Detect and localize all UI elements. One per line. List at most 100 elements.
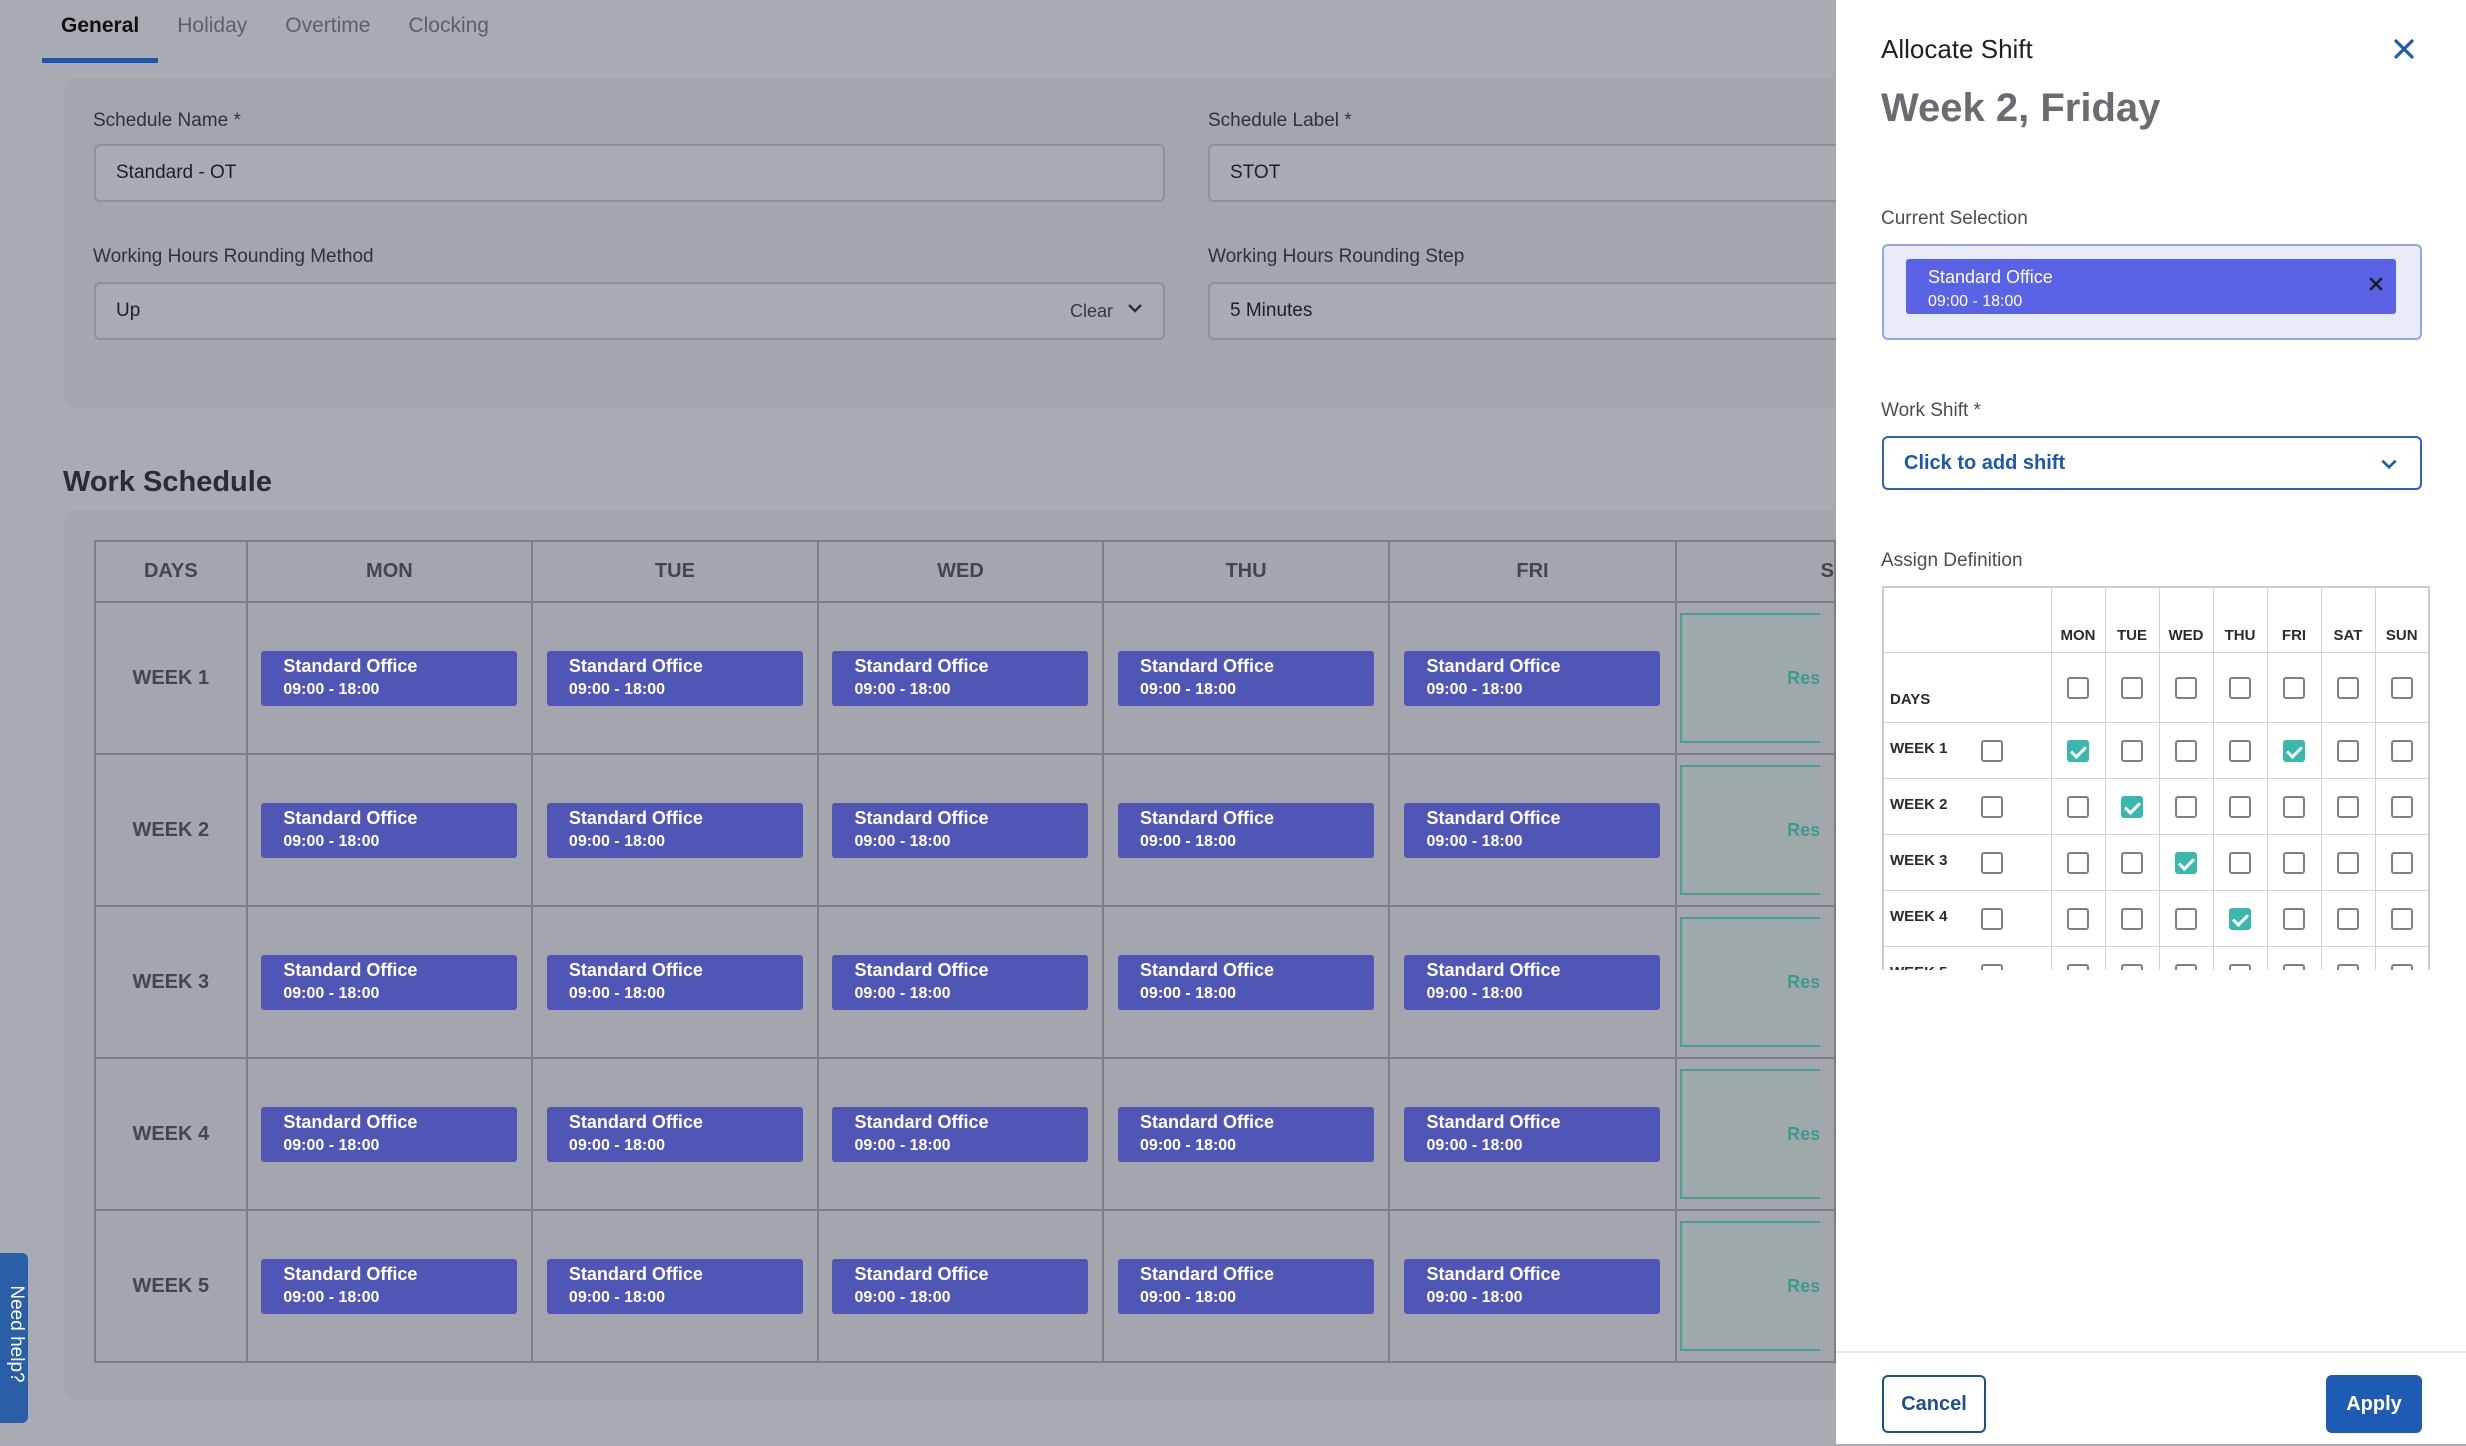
- shift-chip[interactable]: Standard Office 09:00 - 18:00: [832, 802, 1089, 858]
- schedule-cell-wed[interactable]: Standard Office 09:00 - 18:00: [816, 1209, 1105, 1363]
- schedule-cell-tue[interactable]: Standard Office 09:00 - 18:00: [531, 753, 819, 907]
- shift-chip[interactable]: Standard Office 09:00 - 18:00: [1118, 954, 1375, 1010]
- tab-holiday[interactable]: Holiday: [158, 0, 266, 58]
- shift-chip[interactable]: Standard Office 09:00 - 18:00: [546, 650, 803, 706]
- shift-chip[interactable]: Standard Office 09:00 - 18:00: [1118, 650, 1375, 706]
- need-help-button[interactable]: Need help?: [0, 1253, 28, 1423]
- schedule-cell-mon[interactable]: Standard Office 09:00 - 18:00: [245, 905, 534, 1059]
- day-checkbox[interactable]: [2229, 963, 2251, 970]
- day-checkbox[interactable]: [2229, 676, 2251, 699]
- shift-chip[interactable]: Standard Office 09:00 - 18:00: [546, 802, 803, 858]
- day-checkbox[interactable]: [2121, 851, 2143, 874]
- day-checkbox[interactable]: [2283, 795, 2305, 818]
- shift-chip[interactable]: Standard Office 09:00 - 18:00: [1118, 1258, 1375, 1314]
- day-checkbox[interactable]: [2229, 851, 2251, 874]
- tab-overtime[interactable]: Overtime: [266, 0, 389, 58]
- checked-checkbox[interactable]: [2175, 851, 2197, 874]
- day-checkbox[interactable]: [2337, 963, 2359, 970]
- rounding-method-clear-button[interactable]: Clear: [1070, 301, 1113, 322]
- day-checkbox[interactable]: [2390, 851, 2413, 874]
- rest-day-chip[interactable]: Res: [1680, 613, 1821, 743]
- schedule-cell-wed[interactable]: Standard Office 09:00 - 18:00: [816, 753, 1105, 907]
- day-checkbox[interactable]: [2283, 963, 2305, 970]
- day-checkbox[interactable]: [2121, 963, 2143, 970]
- tab-clocking[interactable]: Clocking: [389, 0, 508, 58]
- shift-chip[interactable]: Standard Office 09:00 - 18:00: [1118, 1106, 1375, 1162]
- schedule-cell-mon[interactable]: Standard Office 09:00 - 18:00: [245, 1057, 534, 1211]
- shift-chip[interactable]: Standard Office 09:00 - 18:00: [546, 954, 803, 1010]
- day-checkbox[interactable]: [2390, 907, 2413, 930]
- shift-chip[interactable]: Standard Office 09:00 - 18:00: [1404, 650, 1661, 706]
- shift-chip[interactable]: Standard Office 09:00 - 18:00: [1404, 1106, 1661, 1162]
- shift-chip[interactable]: Standard Office 09:00 - 18:00: [261, 1106, 518, 1162]
- schedule-cell-thu[interactable]: Standard Office 09:00 - 18:00: [1102, 601, 1390, 755]
- schedule-cell-sat[interactable]: Res: [1675, 601, 1836, 755]
- row-select-checkbox[interactable]: [1980, 739, 2003, 762]
- shift-chip[interactable]: Standard Office 09:00 - 18:00: [546, 1106, 803, 1162]
- schedule-cell-sat[interactable]: Res: [1675, 1209, 1836, 1363]
- day-checkbox[interactable]: [2067, 795, 2089, 818]
- schedule-cell-thu[interactable]: Standard Office 09:00 - 18:00: [1102, 1209, 1390, 1363]
- schedule-label-input[interactable]: STOT: [1208, 144, 1836, 202]
- schedule-cell-fri[interactable]: Standard Office 09:00 - 18:00: [1387, 905, 1678, 1059]
- rest-day-chip[interactable]: Res: [1680, 1221, 1821, 1351]
- day-checkbox[interactable]: [2229, 795, 2251, 818]
- checked-checkbox[interactable]: [2229, 907, 2251, 930]
- schedule-cell-tue[interactable]: Standard Office 09:00 - 18:00: [531, 1057, 819, 1211]
- shift-chip[interactable]: Standard Office 09:00 - 18:00: [261, 1258, 518, 1314]
- day-checkbox[interactable]: [2067, 963, 2089, 970]
- shift-chip[interactable]: Standard Office 09:00 - 18:00: [832, 1106, 1089, 1162]
- day-checkbox[interactable]: [2337, 676, 2359, 699]
- shift-chip[interactable]: Standard Office 09:00 - 18:00: [1118, 802, 1375, 858]
- schedule-cell-thu[interactable]: Standard Office 09:00 - 18:00: [1102, 905, 1390, 1059]
- schedule-cell-tue[interactable]: Standard Office 09:00 - 18:00: [531, 1209, 819, 1363]
- day-checkbox[interactable]: [2283, 907, 2305, 930]
- schedule-cell-tue[interactable]: Standard Office 09:00 - 18:00: [531, 601, 819, 755]
- tab-general[interactable]: General: [42, 0, 159, 63]
- schedule-cell-sat[interactable]: Res: [1675, 905, 1836, 1059]
- day-checkbox[interactable]: [2121, 739, 2143, 762]
- row-select-checkbox[interactable]: [1980, 907, 2003, 930]
- chevron-down-icon[interactable]: [1125, 298, 1145, 318]
- schedule-cell-mon[interactable]: Standard Office 09:00 - 18:00: [245, 1209, 534, 1363]
- day-checkbox[interactable]: [2175, 963, 2197, 970]
- shift-chip[interactable]: Standard Office 09:00 - 18:00: [1404, 802, 1661, 858]
- close-icon[interactable]: [2391, 36, 2417, 62]
- day-checkbox[interactable]: [2337, 907, 2359, 930]
- day-checkbox[interactable]: [2175, 795, 2197, 818]
- day-checkbox[interactable]: [2229, 739, 2251, 762]
- day-checkbox[interactable]: [2283, 851, 2305, 874]
- row-select-checkbox[interactable]: [1980, 851, 2003, 874]
- schedule-cell-wed[interactable]: Standard Office 09:00 - 18:00: [816, 905, 1105, 1059]
- shift-chip[interactable]: Standard Office 09:00 - 18:00: [1404, 954, 1661, 1010]
- schedule-cell-wed[interactable]: Standard Office 09:00 - 18:00: [816, 601, 1105, 755]
- schedule-cell-thu[interactable]: Standard Office 09:00 - 18:00: [1102, 1057, 1390, 1211]
- day-checkbox[interactable]: [2121, 676, 2143, 699]
- day-checkbox[interactable]: [2067, 851, 2089, 874]
- shift-chip[interactable]: Standard Office 09:00 - 18:00: [832, 1258, 1089, 1314]
- schedule-cell-sat[interactable]: Res: [1675, 753, 1836, 907]
- rounding-step-select[interactable]: 5 Minutes: [1208, 282, 1836, 340]
- schedule-cell-fri[interactable]: Standard Office 09:00 - 18:00: [1387, 601, 1678, 755]
- checked-checkbox[interactable]: [2067, 739, 2089, 762]
- day-checkbox[interactable]: [2175, 739, 2197, 762]
- day-checkbox[interactable]: [2175, 676, 2197, 699]
- shift-chip[interactable]: Standard Office 09:00 - 18:00: [546, 1258, 803, 1314]
- shift-chip[interactable]: Standard Office 09:00 - 18:00: [261, 650, 518, 706]
- rest-day-chip[interactable]: Res: [1680, 917, 1821, 1047]
- day-checkbox[interactable]: [2067, 676, 2089, 699]
- schedule-name-input[interactable]: Standard - OT: [94, 144, 1165, 202]
- schedule-cell-mon[interactable]: Standard Office 09:00 - 18:00: [245, 601, 534, 755]
- shift-chip[interactable]: Standard Office 09:00 - 18:00: [261, 802, 518, 858]
- schedule-cell-wed[interactable]: Standard Office 09:00 - 18:00: [816, 1057, 1105, 1211]
- row-select-checkbox[interactable]: [1980, 795, 2003, 818]
- schedule-cell-thu[interactable]: Standard Office 09:00 - 18:00: [1102, 753, 1390, 907]
- day-checkbox[interactable]: [2390, 795, 2413, 818]
- checked-checkbox[interactable]: [2121, 795, 2143, 818]
- checked-checkbox[interactable]: [2283, 739, 2305, 762]
- day-checkbox[interactable]: [2337, 739, 2359, 762]
- day-checkbox[interactable]: [2390, 739, 2413, 762]
- schedule-cell-fri[interactable]: Standard Office 09:00 - 18:00: [1387, 753, 1678, 907]
- day-checkbox[interactable]: [2067, 907, 2089, 930]
- day-checkbox[interactable]: [2337, 851, 2359, 874]
